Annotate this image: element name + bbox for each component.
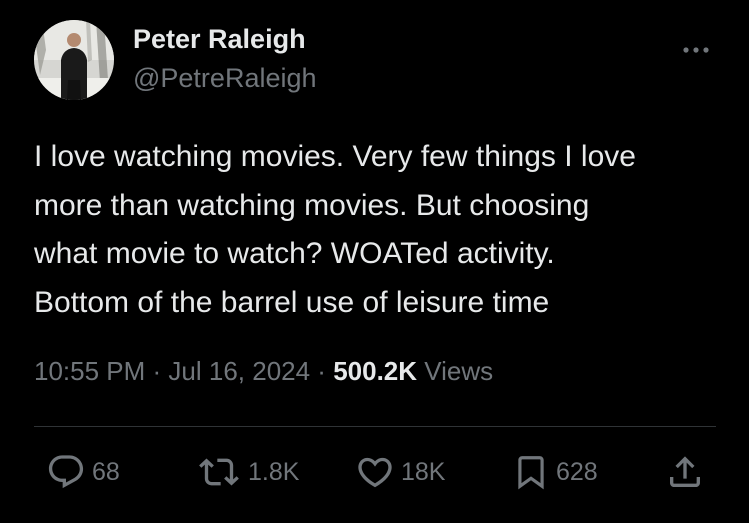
share-icon [670, 456, 700, 487]
tweet-text-line: what movie to watch? WOATed activity. [34, 237, 555, 271]
meta-separator: · [145, 356, 169, 386]
author-display-name[interactable]: Peter Raleigh [133, 24, 306, 55]
bookmark-count: 628 [556, 457, 598, 486]
avatar-photo [34, 20, 114, 100]
bookmark-button[interactable]: 628 [512, 452, 598, 492]
tweet-meta: 10:55 PM · Jul 16, 2024 · 500.2K Views [34, 356, 493, 387]
reply-icon [48, 455, 84, 489]
more-options-button[interactable] [676, 38, 716, 62]
tweet-text-line: more than watching movies. But choosing [34, 188, 590, 222]
share-button[interactable] [665, 452, 705, 492]
repost-button[interactable]: 1.8K [196, 452, 299, 492]
tweet-date[interactable]: Jul 16, 2024 [168, 356, 310, 386]
tweet-text: I love watching movies. Very few things … [34, 133, 734, 327]
views-count[interactable]: 500.2K [333, 356, 417, 386]
reply-count: 68 [92, 457, 120, 486]
like-button[interactable]: 18K [355, 452, 445, 492]
reply-button[interactable]: 68 [46, 452, 120, 492]
divider [34, 426, 716, 427]
avatar[interactable] [34, 20, 114, 100]
author-handle[interactable]: @PetreRaleigh [133, 63, 317, 94]
like-count: 18K [401, 457, 446, 486]
tweet-time[interactable]: 10:55 PM [34, 356, 145, 386]
views-label: Views [424, 356, 494, 386]
repost-count: 1.8K [248, 457, 300, 486]
repost-icon [199, 458, 239, 486]
bookmark-icon [518, 456, 544, 490]
heart-icon [358, 457, 392, 488]
tweet-text-line: I love watching movies. Very few things … [34, 140, 636, 173]
more-horizontal-icon [683, 47, 709, 53]
meta-separator: · [310, 356, 334, 386]
tweet-text-line: Bottom of the barrel use of leisure time [34, 285, 550, 319]
